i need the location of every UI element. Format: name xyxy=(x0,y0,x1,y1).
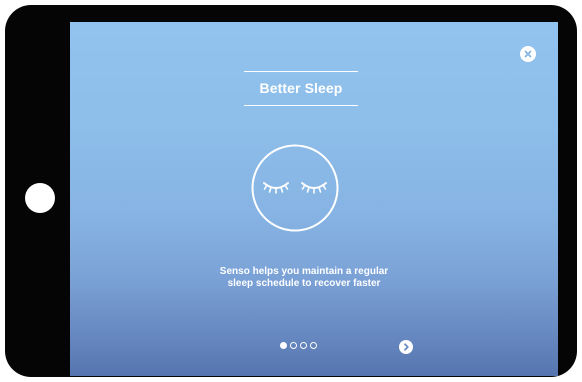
page-dot-4[interactable] xyxy=(310,342,317,349)
page-indicator xyxy=(280,342,317,352)
page-dot-3[interactable] xyxy=(300,342,307,349)
description-line-2: sleep schedule to recover faster xyxy=(227,278,381,289)
home-button[interactable] xyxy=(25,183,55,213)
tablet-frame: Better Sleep Senso helps you maintain a … xyxy=(5,5,577,377)
next-button[interactable] xyxy=(399,340,413,354)
onboarding-screen: Better Sleep Senso helps you maintain a … xyxy=(70,22,558,376)
close-button[interactable] xyxy=(520,46,536,62)
description-line-1: Senso helps you maintain a regular xyxy=(219,266,389,277)
page-dot-1[interactable] xyxy=(280,342,287,349)
page-dot-2[interactable] xyxy=(290,342,297,349)
title-block: Better Sleep xyxy=(244,71,358,106)
sleeping-eyes-icon xyxy=(251,144,339,232)
description-text: Senso helps you maintain a regular sleep… xyxy=(174,266,434,290)
page-title: Better Sleep xyxy=(259,80,343,96)
close-icon xyxy=(524,50,532,58)
chevron-right-icon xyxy=(404,343,409,351)
